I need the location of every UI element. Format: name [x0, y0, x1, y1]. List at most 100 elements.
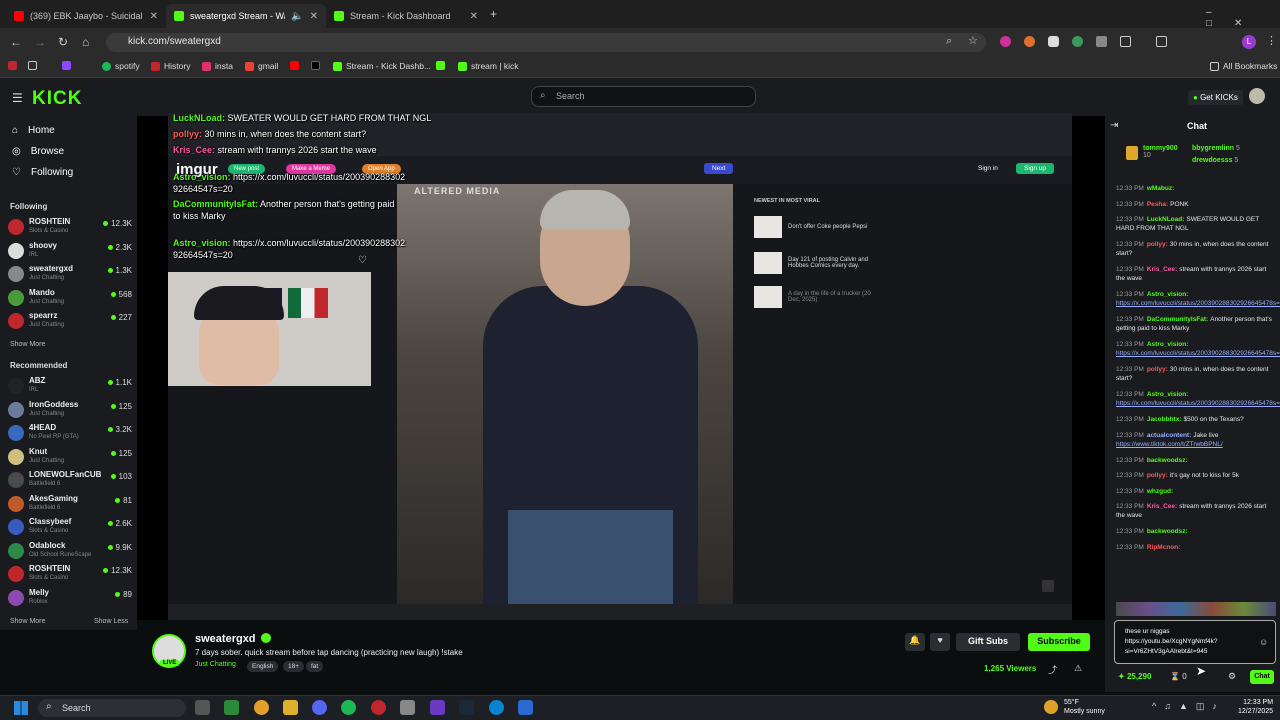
- all-bookmarks[interactable]: All Bookmarks: [1210, 61, 1277, 71]
- url-bar[interactable]: kick.com/sweatergxd: [106, 33, 986, 52]
- bookmark-youtube[interactable]: [290, 61, 299, 70]
- search-input[interactable]: ⌕ Search: [531, 86, 756, 107]
- chat-link[interactable]: https://x.com/luvuccli/status/2003902883…: [1116, 300, 1280, 307]
- channel-points[interactable]: ✦ 25,290: [1118, 672, 1151, 681]
- chat-username[interactable]: Pesha:: [1147, 201, 1168, 208]
- collapse-chat-icon[interactable]: ⇥: [1110, 120, 1118, 131]
- tag-pill[interactable]: 18+: [283, 661, 305, 672]
- chat-username[interactable]: Astro_vision:: [1147, 291, 1189, 298]
- sidebar-channel[interactable]: sweatergxd Just Chatting 1.3K: [8, 263, 132, 285]
- folder-icon[interactable]: [283, 700, 298, 715]
- chat-username[interactable]: pollyy:: [1147, 366, 1168, 373]
- sidebar-channel[interactable]: Odablock Old School RuneScape 9.9K: [8, 540, 132, 562]
- extension-icon[interactable]: [1072, 36, 1083, 47]
- sidebar-channel[interactable]: LONEWOLFanCUB Battlefield 6 103: [8, 469, 132, 491]
- sidebar-channel[interactable]: shoovy IRL 2.3K: [8, 240, 132, 262]
- task-view-icon[interactable]: [195, 700, 210, 715]
- close-icon[interactable]: ✕: [150, 11, 158, 22]
- chat-username[interactable]: Kris_Cee:: [1147, 266, 1177, 273]
- emote-bar[interactable]: [1116, 602, 1276, 616]
- browser-tab[interactable]: Stream - Kick Dashboard ✕: [326, 4, 486, 28]
- weather-widget[interactable]: 55°F Mostly sunny: [1064, 698, 1105, 716]
- gear-icon[interactable]: ⚙: [1228, 671, 1236, 682]
- windows-start-icon[interactable]: [14, 701, 28, 715]
- close-icon[interactable]: ✕: [310, 11, 318, 22]
- chat-username[interactable]: pollyy:: [1147, 241, 1168, 248]
- share-icon[interactable]: ⤴: [1048, 663, 1057, 676]
- bookmark-twitch[interactable]: [62, 61, 71, 70]
- category-link[interactable]: Just Chatting: [195, 661, 236, 668]
- send-chat-button[interactable]: Chat: [1250, 670, 1274, 684]
- extension-icon[interactable]: [1096, 36, 1107, 47]
- get-kicks-button[interactable]: ● Get KICKs: [1188, 90, 1243, 105]
- home-icon[interactable]: ⌂: [82, 35, 89, 49]
- edge-icon[interactable]: [489, 700, 504, 715]
- app-icon[interactable]: [518, 700, 533, 715]
- chat-username[interactable]: wMabuz:: [1147, 185, 1174, 192]
- sidebar-channel[interactable]: ROSHTEIN Slots & Casino 12.3K: [8, 563, 132, 585]
- shield-icon[interactable]: [1048, 36, 1059, 47]
- reload-icon[interactable]: ↻: [58, 35, 68, 49]
- window-controls[interactable]: –□✕: [1206, 7, 1280, 29]
- heart-icon[interactable]: ♥: [930, 633, 950, 651]
- zoom-icon[interactable]: ⌕: [946, 35, 952, 48]
- extensions-area[interactable]: [1000, 36, 1200, 48]
- sidebar-channel[interactable]: Knut Just Chatting 125: [8, 446, 132, 468]
- apps-icon[interactable]: [8, 61, 17, 70]
- nav-following[interactable]: ♡ Following: [12, 167, 73, 178]
- chat-username[interactable]: Kris_Cee:: [1147, 503, 1177, 510]
- show-less-button[interactable]: Show Less: [94, 618, 128, 625]
- chat-username[interactable]: Astro_vision:: [1147, 391, 1189, 398]
- clock[interactable]: 12:33 PM 12/27/2025: [1238, 698, 1273, 716]
- chat-username[interactable]: Astro_vision:: [1147, 341, 1189, 348]
- close-icon[interactable]: ✕: [470, 11, 478, 22]
- tray-icons[interactable]: ^♫▲◫♪: [1152, 701, 1225, 712]
- chat-link[interactable]: https://www.tiktok.com/t/ZTrwbBPNL/: [1116, 441, 1223, 448]
- browser-tab-active[interactable]: sweatergxd Stream - Watch 🔈 ✕: [166, 4, 326, 28]
- menu-icon[interactable]: ⋮: [1266, 34, 1277, 47]
- gift-subs-button[interactable]: Gift Subs: [956, 633, 1020, 651]
- nav-browse[interactable]: ◎ Browse: [12, 146, 64, 157]
- sidebar-channel[interactable]: IronGoddess Just Chatting 125: [8, 399, 132, 421]
- discord-icon[interactable]: [312, 700, 327, 715]
- show-more-button[interactable]: Show More: [10, 341, 45, 348]
- profile-avatar[interactable]: L: [1242, 35, 1256, 49]
- app-icon[interactable]: [430, 700, 445, 715]
- bookmark-insta[interactable]: insta: [202, 61, 233, 71]
- grid-icon[interactable]: [28, 61, 37, 70]
- chat-username[interactable]: backwoodsz:: [1147, 457, 1188, 464]
- chat-input[interactable]: these ur niggas https://youtu.be/XcgNYgN…: [1114, 620, 1276, 664]
- chat-link[interactable]: https://x.com/luvuccli/status/2003902883…: [1116, 350, 1280, 357]
- star-icon[interactable]: ☆: [968, 34, 978, 47]
- bookmark-stream-kick[interactable]: stream | kick: [458, 61, 519, 71]
- bookmark-gmail[interactable]: gmail: [245, 61, 278, 71]
- sidebar-channel[interactable]: 4HEAD No Pixel RP (GTA) 3.2K: [8, 422, 132, 444]
- chat-username[interactable]: LuckNLoad:: [1147, 216, 1185, 223]
- emoji-icon[interactable]: ☺: [1259, 637, 1268, 647]
- sidebar-channel[interactable]: Classybeef Slots & Casino 2.6K: [8, 516, 132, 538]
- sidebar-channel[interactable]: ABZ IRL 1.1K: [8, 375, 132, 397]
- sidebar-channel[interactable]: Mando Just Chatting 568: [8, 287, 132, 309]
- extension-icon[interactable]: [1000, 36, 1011, 47]
- streamer-name[interactable]: sweatergxd: [195, 633, 256, 645]
- hamburger-icon[interactable]: ☰: [12, 91, 23, 105]
- sidebar-channel[interactable]: ROSHTEIN Slots & Casino 12.3K: [8, 216, 132, 238]
- subscribe-button[interactable]: Subscribe: [1028, 633, 1090, 651]
- chat-username[interactable]: RipMcnon:: [1147, 544, 1181, 551]
- chat-username[interactable]: Jacobbhtx:: [1147, 416, 1182, 423]
- chat-username[interactable]: actualcontent:: [1147, 432, 1191, 439]
- tag-pill[interactable]: English: [247, 661, 279, 672]
- spotify-icon[interactable]: [341, 700, 356, 715]
- nav-home[interactable]: ⌂ Home: [12, 125, 55, 136]
- steam-icon[interactable]: [459, 700, 474, 715]
- sidepanel-icon[interactable]: [1156, 36, 1167, 47]
- puzzle-icon[interactable]: [1120, 36, 1131, 47]
- new-tab-button[interactable]: +: [490, 7, 497, 21]
- sidebar-channel[interactable]: spearrz Just Chatting 227: [8, 310, 132, 332]
- chat-username[interactable]: whzgud:: [1147, 488, 1173, 495]
- kick-logo[interactable]: KICK: [32, 88, 82, 110]
- obs-icon[interactable]: [371, 700, 386, 715]
- chat-username[interactable]: DaCommunityIsFat:: [1147, 316, 1208, 323]
- forward-icon[interactable]: →: [34, 35, 46, 49]
- pin-icon[interactable]: [1042, 580, 1054, 592]
